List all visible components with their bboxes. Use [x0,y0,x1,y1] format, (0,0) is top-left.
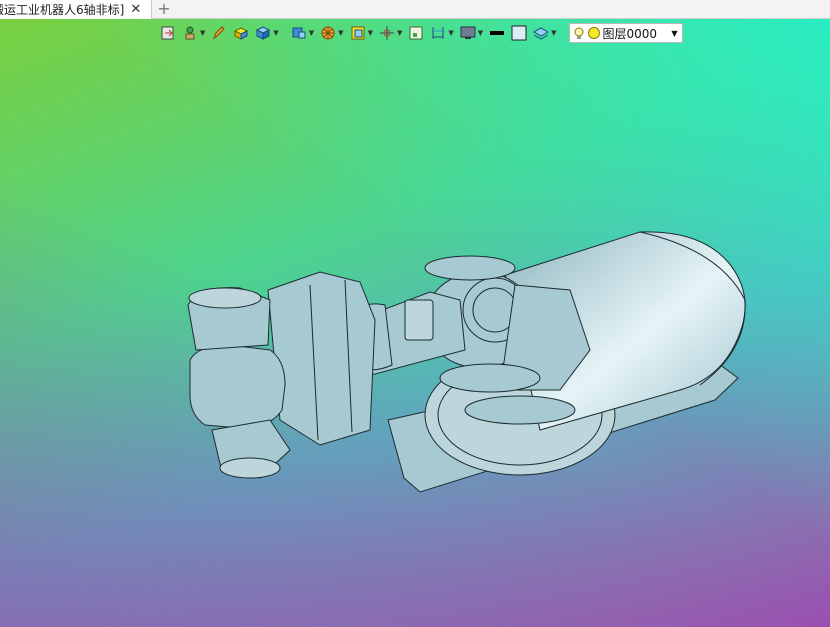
chevron-down-icon[interactable]: ▼ [368,29,373,37]
chevron-down-icon[interactable]: ▼ [273,29,278,37]
pen-icon [213,26,226,40]
material-button[interactable]: ▼ [348,23,375,43]
layer-stack-button[interactable]: ▼ [531,23,558,43]
view-cube-icon [292,27,306,39]
layer-dropdown[interactable]: 图层0000 ▼ [568,23,683,43]
axis-icon [379,26,394,40]
axis-button[interactable]: ▼ [377,23,404,43]
add-tab-button[interactable]: + [152,0,176,18]
display-icon [460,26,476,39]
dimension-button[interactable]: ▼ [428,23,455,43]
dimension-icon [432,27,444,39]
cube-button[interactable]: ▼ [253,23,280,43]
chevron-down-icon[interactable]: ▼ [397,29,402,37]
layer-stack-icon [533,27,550,40]
section-button[interactable]: ▼ [318,23,345,43]
move-button[interactable]: ▼ [180,23,207,43]
chevron-down-icon[interactable]: ▼ [338,29,343,37]
lightbulb-icon[interactable] [574,27,584,40]
document-tab-title: 搬运工业机器人6轴非标] [0,3,125,17]
sketch-button[interactable] [209,23,229,43]
document-tab[interactable]: 搬运工业机器人6轴非标] ✕ [0,0,152,19]
line-style-icon [490,31,505,35]
chevron-down-icon[interactable]: ▼ [478,29,483,37]
section-icon [321,26,335,40]
shaded-box-button[interactable] [231,23,251,43]
line-style-button[interactable] [487,23,507,43]
view-toolbar: ▼ ▼ ▼ ▼ ▼ ▼ ▼ ▼ ▼ 图层0000 ▼ [158,22,683,44]
chevron-down-icon[interactable]: ▼ [448,29,453,37]
close-icon[interactable]: ✕ [130,2,141,17]
save-view-icon [161,26,174,40]
fill-color-icon [511,25,527,41]
chevron-down-icon[interactable]: ▼ [309,29,314,37]
layer-color-icon[interactable] [587,27,600,39]
display-button[interactable]: ▼ [458,23,485,43]
robot-arm-model[interactable] [0,0,830,627]
view-cube-button[interactable]: ▼ [289,23,316,43]
material-icon [351,26,365,40]
cube-icon [256,26,271,40]
fit-view-button[interactable] [406,23,426,43]
fit-icon [409,26,423,40]
save-view-button[interactable] [158,23,178,43]
move-icon [185,26,195,40]
fill-color-button[interactable] [509,23,529,43]
layer-name: 图层0000 [602,26,658,41]
chevron-down-icon[interactable]: ▼ [200,29,205,37]
document-tab-bar: 搬运工业机器人6轴非标] ✕ + [0,0,830,19]
chevron-down-icon[interactable]: ▼ [551,29,556,37]
chevron-down-icon[interactable]: ▼ [671,29,677,38]
shaded-box-icon [234,27,249,40]
